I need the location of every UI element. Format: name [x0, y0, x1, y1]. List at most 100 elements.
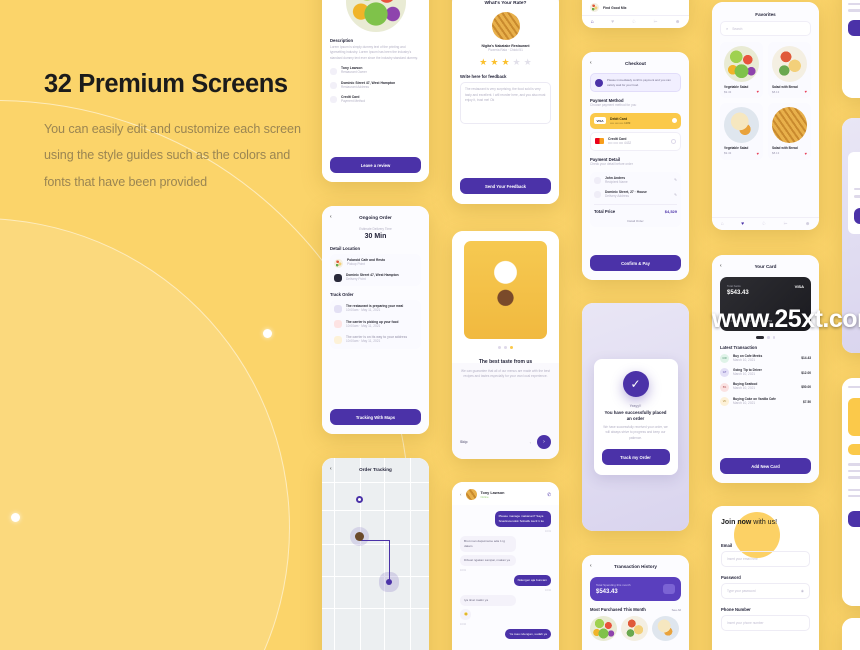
- dot-active[interactable]: [756, 336, 764, 339]
- radio-selected[interactable]: [672, 118, 677, 124]
- heart-icon[interactable]: ♥: [805, 89, 807, 94]
- prev-icon[interactable]: ‹: [530, 440, 531, 445]
- back-icon[interactable]: ‹: [590, 60, 592, 66]
- partial-button[interactable]: [848, 511, 860, 528]
- add-new-card-button[interactable]: Add New Card: [720, 458, 811, 474]
- heart-icon[interactable]: ♥: [757, 89, 759, 94]
- favorite-card[interactable]: Salad with Bread $8.13 ♥: [768, 103, 811, 160]
- description-heading: Description: [330, 38, 354, 43]
- confirm-pay-button[interactable]: Confirm & Pay: [590, 255, 681, 271]
- tracking-maps-button[interactable]: Tracking With Maps: [330, 409, 421, 425]
- map-canvas[interactable]: [322, 458, 429, 650]
- home-icon[interactable]: ⌂: [721, 221, 724, 227]
- screen-rating[interactable]: What's Your Rate? Nigita's Nakatake Rest…: [452, 0, 559, 204]
- user-icon: [594, 176, 601, 184]
- back-icon[interactable]: ‹: [460, 492, 462, 497]
- onboarding-dots[interactable]: [452, 346, 559, 349]
- see-all-link[interactable]: See All: [672, 608, 681, 612]
- screen-nav-fragment[interactable]: Find Good Mix ⌂ ♥ ♤ ⌲ ☻: [582, 0, 689, 28]
- star-1[interactable]: ★: [479, 58, 487, 67]
- partial-button[interactable]: [848, 19, 860, 36]
- bell-icon[interactable]: ♤: [762, 221, 766, 227]
- transaction-row[interactable]: CW Buy on Cafe Meeks March 10, 2021 $14.…: [720, 354, 811, 363]
- payment-option-credit[interactable]: Credit Card •••• •••• •••• 4432: [590, 131, 681, 152]
- partial-button[interactable]: [854, 207, 860, 224]
- partial-chip[interactable]: [848, 444, 860, 456]
- bottom-nav[interactable]: ⌂ ♥ ♤ ⌲ ☻: [712, 217, 819, 230]
- dot-2[interactable]: [504, 346, 507, 349]
- screen-partial-bottom-right[interactable]: [842, 378, 860, 606]
- dot-2[interactable]: [767, 336, 770, 339]
- purchase-thumb[interactable]: [652, 616, 679, 641]
- email-field[interactable]: Insert your email here: [721, 551, 810, 568]
- profile-icon[interactable]: ☻: [805, 221, 810, 227]
- home-icon[interactable]: ⌂: [591, 19, 594, 25]
- radio-unselected[interactable]: [671, 138, 676, 144]
- screen-signup[interactable]: Join now with us! Email Insert your emai…: [712, 506, 819, 650]
- transaction-row[interactable]: BS Buying Seafood March 10, 2021 $50.00: [720, 382, 811, 392]
- transaction-row[interactable]: VC Buying Cake on Vanilla Cafe March 10,…: [720, 397, 811, 407]
- phone-icon[interactable]: ✆: [547, 492, 551, 498]
- screen-order-success[interactable]: ✓ Yeayy!! You have successfully placed a…: [582, 303, 689, 531]
- send-feedback-button[interactable]: Send Your Feedback: [460, 178, 551, 194]
- purchase-thumb[interactable]: [621, 616, 648, 641]
- phone-field[interactable]: Insert your phone number: [721, 615, 810, 632]
- transaction-amount: $7.50: [803, 399, 811, 404]
- bell-icon[interactable]: ♤: [632, 19, 636, 25]
- edit-icon[interactable]: ✎: [674, 178, 677, 182]
- password-field[interactable]: Type your password ◉: [721, 583, 810, 600]
- cart-icon[interactable]: ⌲: [784, 221, 788, 227]
- back-icon[interactable]: ‹: [720, 263, 722, 269]
- favorite-card[interactable]: Vegetable Salad $9.43 ♥: [720, 103, 763, 160]
- transaction-amount: $50.00: [801, 385, 811, 390]
- star-4[interactable]: ★: [513, 58, 521, 67]
- bottom-nav[interactable]: ⌂ ♥ ♤ ⌲ ☻: [582, 15, 689, 28]
- edit-icon[interactable]: ✎: [674, 193, 677, 197]
- screen-partial-mid-right[interactable]: [842, 118, 860, 353]
- leave-review-button[interactable]: Leave a review: [330, 157, 421, 173]
- screen-your-card[interactable]: ‹ Your Card Total Saldo $543.43 VISA •••…: [712, 255, 819, 483]
- transaction-row[interactable]: GT Going Tip to Driver March 10, 2021 $1…: [720, 368, 811, 378]
- screen-transaction-history[interactable]: ‹ Transaction History Total Spending thi…: [582, 555, 689, 650]
- cart-icon[interactable]: ⌲: [654, 19, 658, 25]
- back-icon[interactable]: ‹: [330, 214, 332, 220]
- credit-card[interactable]: Total Saldo $543.43 VISA •••• •••• •••• …: [720, 277, 811, 331]
- dot-1[interactable]: [498, 346, 501, 349]
- star-2[interactable]: ★: [490, 58, 498, 67]
- screen-chat[interactable]: ‹ Tony Lawson Online ✆ Please manage mak…: [452, 482, 559, 650]
- screen-checkout[interactable]: ‹ Checkout Please immediately confirm pa…: [582, 52, 689, 280]
- star-rating[interactable]: ★ ★ ★ ★ ★: [460, 58, 551, 67]
- purchase-thumb[interactable]: [590, 616, 617, 641]
- heart-icon[interactable]: ♥: [757, 151, 759, 156]
- eye-icon[interactable]: ◉: [801, 589, 804, 593]
- screen-description[interactable]: Description Lorem Ipsum is simply dummy …: [322, 0, 429, 182]
- heart-icon[interactable]: ♥: [805, 151, 807, 156]
- back-icon[interactable]: ‹: [330, 466, 332, 472]
- screen-favorites[interactable]: Favorites ⌕ Search Vegetable Salad $9.43…: [712, 2, 819, 230]
- heart-icon[interactable]: ♥: [611, 19, 614, 25]
- favorite-card[interactable]: Salad with Bread $8.13 ♥: [768, 42, 811, 99]
- next-button[interactable]: ›: [537, 435, 551, 449]
- star-3[interactable]: ★: [501, 58, 509, 67]
- restaurant-photo: [491, 12, 520, 40]
- screen-partial-corner[interactable]: [842, 618, 860, 650]
- success-title: You have successfully placed an order: [604, 409, 667, 421]
- screen-order-tracking[interactable]: ‹ Order Tracking Tony Lawson Courier: [322, 458, 429, 650]
- screen-ongoing-order[interactable]: ‹ Ongoing Order Estimate Delivery Time 3…: [322, 206, 429, 434]
- payment-option-debit[interactable]: VISA Debit Card •••• •••• •••• 1289: [590, 112, 681, 129]
- back-icon[interactable]: ‹: [590, 563, 592, 569]
- screen-partial-top-right[interactable]: [842, 0, 860, 98]
- profile-icon[interactable]: ☻: [675, 19, 680, 25]
- heart-icon[interactable]: ♥: [741, 221, 744, 227]
- screen-onboarding[interactable]: The best taste from us We can guarantee …: [452, 231, 559, 459]
- card-carousel-dots[interactable]: [720, 336, 811, 339]
- detail-order-link[interactable]: Detail Order: [594, 219, 677, 223]
- dot-3[interactable]: [510, 346, 513, 349]
- skip-button[interactable]: Skip: [460, 440, 468, 444]
- dot-3[interactable]: [772, 336, 775, 339]
- star-5[interactable]: ★: [524, 58, 532, 67]
- search-input[interactable]: ⌕ Search: [720, 21, 811, 36]
- favorite-card[interactable]: Vegetable Salad $9.43 ♥: [720, 42, 763, 99]
- track-order-button[interactable]: Track my Order: [601, 449, 670, 466]
- feedback-input[interactable]: The restaurant is very surprising, the f…: [460, 82, 551, 125]
